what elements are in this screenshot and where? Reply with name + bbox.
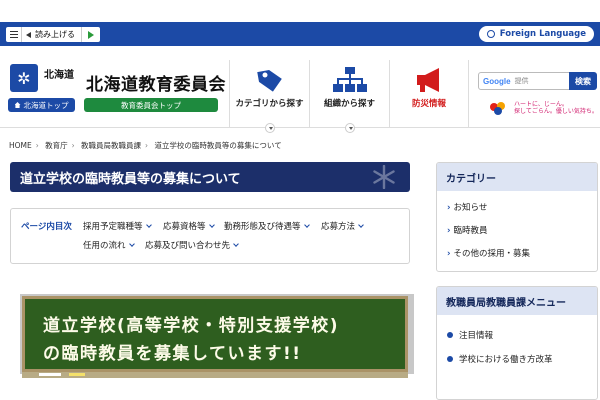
board-top-link[interactable]: 教育委員会トップ: [84, 98, 218, 112]
toc-item[interactable]: 勤務形態及び待遇等: [224, 220, 309, 232]
sidebar-menu-heading: 教職員局教職員課メニュー: [437, 287, 597, 315]
nav-category-label: カテゴリから探す: [235, 99, 304, 109]
search-placeholder: 提供: [514, 78, 529, 85]
breadcrumb: HOME › 教育庁 › 教職員局教職員課 › 道立学校の臨時教員等の募集について: [9, 141, 282, 150]
hokkaido-top-link[interactable]: 北海道トップ: [8, 98, 75, 112]
nav-organization[interactable]: 組織から探す: [309, 60, 389, 133]
google-label: Google: [483, 76, 511, 86]
chevron-down-icon[interactable]: [344, 123, 355, 133]
sidebar-item-news[interactable]: お知らせ: [447, 201, 488, 213]
org-chart-icon: [332, 66, 367, 94]
sidebar-item-featured[interactable]: 注目情報: [447, 329, 493, 341]
banner-line1: 道立学校(高等学校・特別支援学校): [43, 316, 340, 336]
logo-text: 北海道: [44, 70, 74, 81]
breadcrumb-item[interactable]: 教育庁: [45, 141, 68, 150]
foreign-language-button[interactable]: Foreign Language: [478, 26, 594, 42]
chalk-piece: [69, 373, 85, 376]
search-button[interactable]: 検索: [569, 72, 597, 90]
sidebar-item-work-reform[interactable]: 学校における働き方改革: [447, 353, 553, 365]
search-input[interactable]: Google 提供: [478, 72, 574, 90]
foreign-language-label: Foreign Language: [499, 29, 586, 39]
page-title: 道立学校の臨時教員等の募集について: [10, 162, 410, 192]
menu-icon[interactable]: [6, 27, 22, 42]
speaker-icon: [26, 31, 31, 38]
home-icon: [14, 102, 21, 108]
site-title[interactable]: 北海道教育委員会: [86, 70, 226, 95]
toc-heading: ページ内目次: [21, 222, 72, 232]
heart-slogan: ハートに、じーん。 探してごらん。優しい気持ち。: [514, 101, 598, 115]
sidebar-item-temporary-teacher[interactable]: 臨時教員: [447, 224, 488, 236]
megaphone-icon: [413, 66, 445, 94]
read-aloud-button[interactable]: 読み上げる: [22, 27, 82, 42]
read-aloud-widget: 読み上げる: [6, 27, 100, 42]
sidebar-menu: 教職員局教職員課メニュー 注目情報 学校における働き方改革: [436, 286, 598, 400]
nav-disaster-label: 防災情報: [411, 99, 446, 109]
nav-organization-label: 組織から探す: [323, 99, 375, 109]
sidebar-category-heading: カテゴリー: [437, 163, 597, 191]
heart-slogan-line1: ハートに、じーん。: [514, 101, 568, 108]
toc-item[interactable]: 応募方法: [321, 220, 363, 232]
toc-item[interactable]: 応募及び問い合わせ先: [145, 239, 238, 251]
nav-category[interactable]: カテゴリから探す: [229, 60, 309, 133]
toc-item[interactable]: 採用予定職種等: [83, 220, 151, 232]
breadcrumb-home[interactable]: HOME: [9, 141, 32, 150]
breadcrumb-current: 道立学校の臨時教員等の募集について: [154, 141, 282, 150]
sidebar-category: カテゴリー お知らせ 臨時教員 その他の採用・募集: [436, 162, 598, 272]
breadcrumb-item[interactable]: 教職員局教職員課: [81, 141, 141, 150]
snowflake-logo-icon: ✲: [10, 64, 38, 92]
toc-item[interactable]: 任用の流れ: [83, 239, 134, 251]
chevron-down-icon[interactable]: [264, 123, 275, 133]
heart-slogan-line2: 探してごらん。優しい気持ち。: [514, 108, 598, 115]
page-title-text: 道立学校の臨時教員等の募集について: [20, 171, 241, 187]
nav-disaster[interactable]: 防災情報: [389, 60, 469, 128]
page-toc: ページ内目次 採用予定職種等 応募資格等 勤務形態及び待遇等 応募方法 任用の流…: [10, 208, 410, 264]
snowflake-icon: [373, 165, 395, 189]
globe-icon: [486, 30, 495, 38]
heart-logo-icon: [489, 100, 507, 116]
play-icon[interactable]: [82, 27, 100, 42]
chalk-piece: [39, 373, 61, 376]
banner-line2: の臨時教員を募集しています!!: [43, 344, 302, 364]
read-aloud-label: 読み上げる: [35, 30, 75, 39]
top-strip: [0, 0, 600, 22]
tag-icon: [255, 66, 285, 94]
recruitment-banner: 道立学校(高等学校・特別支援学校) の臨時教員を募集しています!!: [22, 296, 408, 378]
sidebar-item-other-recruitment[interactable]: その他の採用・募集: [447, 247, 531, 259]
toc-item[interactable]: 応募資格等: [163, 220, 214, 232]
hokkaido-top-label: 北海道トップ: [23, 100, 69, 110]
